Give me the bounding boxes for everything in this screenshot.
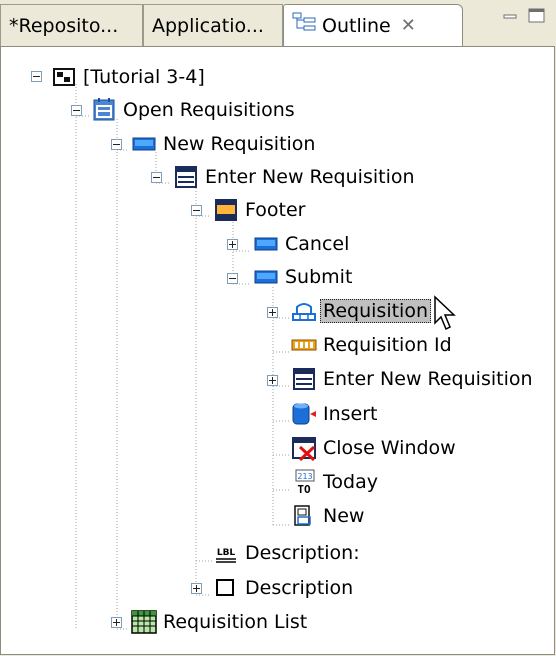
tree-item-enter-new-requisition[interactable]: Enter New Requisition: [173, 163, 415, 191]
close-tab-icon[interactable]: ✕: [401, 15, 416, 36]
field-icon: [291, 339, 317, 351]
tab-repository-label: *Reposito...: [9, 14, 119, 37]
label-icon-text: LBL: [217, 548, 236, 558]
tree-item-label: New: [323, 505, 365, 527]
tree-item-cancel[interactable]: Cancel: [253, 230, 349, 258]
tree-item-label: Footer: [245, 199, 306, 221]
tab-outline-label: Outline: [322, 14, 391, 37]
tree-item-insert[interactable]: Insert: [291, 400, 378, 428]
outline-tree[interactable]: [Tutorial 3-4] Open Requisitions New Req…: [1, 47, 554, 654]
window-icon: [93, 98, 115, 121]
tree-item-requisition[interactable]: Requisition: [291, 297, 431, 325]
tab-application[interactable]: Applicatio...: [143, 4, 283, 46]
collapse-toggle[interactable]: [111, 139, 122, 150]
form-icon: [175, 166, 197, 188]
tree-item-label: Requisition: [320, 299, 431, 323]
tree-item-label: Submit: [285, 266, 353, 288]
tab-repository[interactable]: *Reposito...: [0, 4, 143, 46]
data-object-icon: [292, 303, 316, 321]
tree-item-description-label[interactable]: LBL Description:: [213, 539, 360, 567]
tree-item-requisition-id[interactable]: Requisition Id: [291, 331, 452, 359]
tree-item-submit[interactable]: Submit: [253, 263, 352, 291]
outline-view: [Tutorial 3-4] Open Requisitions New Req…: [0, 46, 555, 655]
tree-item-requisition-list[interactable]: Requisition List: [131, 608, 307, 636]
tree-item-label: Open Requisitions: [123, 99, 295, 121]
tree-item-footer[interactable]: Footer: [213, 196, 305, 224]
minimize-view-icon[interactable]: [500, 6, 520, 26]
expand-toggle[interactable]: [191, 583, 202, 594]
outline-icon: [292, 12, 316, 39]
tree-item-label: Enter New Requisition: [205, 166, 415, 188]
tree-item-description[interactable]: Description: [213, 574, 353, 602]
tree-item-label: [Tutorial 3-4]: [83, 66, 205, 88]
tree-item-label: New Requisition: [163, 133, 316, 155]
tree-item-new[interactable]: New: [291, 502, 364, 530]
label-icon: LBL: [216, 548, 236, 563]
maximize-view-icon[interactable]: [526, 6, 548, 26]
expand-toggle[interactable]: [227, 239, 238, 250]
collapse-toggle[interactable]: [31, 71, 42, 82]
close-window-icon: [292, 437, 316, 461]
panel-icon: [215, 199, 237, 221]
table-icon: [131, 610, 157, 634]
button-icon: [254, 237, 278, 251]
tree-item-label: Close Window: [323, 437, 456, 459]
collapse-toggle[interactable]: [71, 105, 82, 116]
today-icon-badge: 213: [297, 472, 312, 481]
tree-item-label: Cancel: [285, 233, 350, 255]
tree-item-label: Insert: [323, 403, 378, 425]
collapse-toggle[interactable]: [151, 172, 162, 183]
view-tab-bar: *Reposito... Applicatio... Outline ✕: [0, 0, 556, 46]
tree-item-label: Requisition List: [163, 611, 308, 633]
tree-item-new-requisition[interactable]: New Requisition: [131, 130, 315, 158]
mouse-cursor-icon: [434, 295, 456, 331]
tree-item-tutorial[interactable]: [Tutorial 3-4]: [51, 63, 205, 91]
tree-item-enter-new-requisition-2[interactable]: Enter New Requisition: [291, 365, 533, 393]
tree-item-label: Requisition Id: [323, 334, 452, 356]
tree-item-label: Description: [245, 577, 354, 599]
collapse-toggle[interactable]: [227, 273, 238, 284]
tab-application-label: Applicatio...: [152, 14, 264, 37]
button-icon: [254, 270, 278, 284]
tree-item-open-requisitions[interactable]: Open Requisitions: [91, 96, 295, 124]
text-field-icon: [216, 579, 234, 596]
tree-item-today[interactable]: 213 TO Today: [291, 468, 378, 496]
tree-item-label: Enter New Requisition: [323, 368, 533, 390]
new-record-icon: [294, 505, 311, 526]
expand-toggle[interactable]: [267, 375, 278, 386]
form-icon: [293, 368, 315, 390]
tab-outline[interactable]: Outline ✕: [283, 4, 463, 46]
database-insert-icon: [292, 403, 316, 425]
collapse-toggle[interactable]: [191, 205, 202, 216]
expand-toggle[interactable]: [267, 307, 278, 318]
tree-item-label: Today: [323, 471, 378, 493]
tree-item-label: Description:: [245, 542, 360, 564]
expand-toggle[interactable]: [111, 617, 122, 628]
today-icon-to: TO: [297, 483, 311, 495]
button-icon: [132, 137, 156, 151]
tree-item-close-window[interactable]: Close Window: [291, 434, 456, 462]
application-icon: [53, 68, 75, 86]
date-icon: 213 TO: [295, 469, 315, 495]
